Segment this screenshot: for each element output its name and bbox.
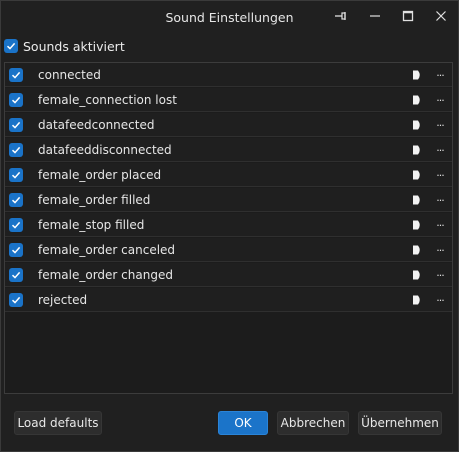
more-options-button[interactable]: ... [433,116,447,132]
maximize-icon[interactable] [395,5,421,27]
sound-row[interactable]: female_order changed... [5,263,452,287]
sound-checkbox[interactable] [9,143,23,157]
pin-icon[interactable] [328,5,354,27]
play-icon[interactable] [411,219,423,231]
sound-row[interactable]: connected... [5,63,452,87]
sound-row[interactable]: female_order filled... [5,188,452,212]
sound-label: datafeedconnected [38,118,155,132]
sound-label: female_order canceled [38,243,176,257]
play-icon[interactable] [411,69,423,81]
more-options-button[interactable]: ... [433,291,447,307]
ok-button[interactable]: OK [218,411,268,435]
sound-checkbox[interactable] [9,68,23,82]
play-icon[interactable] [411,294,423,306]
sound-label: connected [38,68,101,82]
play-icon[interactable] [411,244,423,256]
sound-list[interactable]: connected... female_connection lost... dat… [4,62,453,394]
sound-row[interactable]: female_connection lost... [5,88,452,112]
sound-checkbox[interactable] [9,243,23,257]
sound-checkbox[interactable] [9,168,23,182]
title-bar: Sound Einstellungen [1,1,458,33]
play-icon[interactable] [411,144,423,156]
apply-button[interactable]: Übernehmen [358,411,442,435]
window-title: Sound Einstellungen [165,10,294,25]
more-options-button[interactable]: ... [433,216,447,232]
more-options-button[interactable]: ... [433,166,447,182]
more-options-button[interactable]: ... [433,241,447,257]
more-options-button[interactable]: ... [433,91,447,107]
sound-checkbox[interactable] [9,218,23,232]
play-icon[interactable] [411,119,423,131]
play-icon[interactable] [411,169,423,181]
sound-checkbox[interactable] [9,293,23,307]
sound-row[interactable]: female_order placed... [5,163,452,187]
sound-row[interactable]: rejected... [5,288,452,312]
play-icon[interactable] [411,269,423,281]
sound-row[interactable]: female_order canceled... [5,238,452,262]
more-options-button[interactable]: ... [433,66,447,82]
sound-label: female_order changed [38,268,173,282]
more-options-button[interactable]: ... [433,141,447,157]
sound-label: datafeeddisconnected [38,143,172,157]
sound-label: female_order filled [38,193,151,207]
play-icon[interactable] [411,194,423,206]
sound-label: female_stop filled [38,218,145,232]
sound-row[interactable]: female_stop filled... [5,213,452,237]
sound-label: female_order placed [38,168,162,182]
sounds-enabled-toggle[interactable]: Sounds aktiviert [4,38,125,54]
checkbox-checked-icon[interactable] [4,39,18,53]
sound-checkbox[interactable] [9,268,23,282]
sound-checkbox[interactable] [9,118,23,132]
sound-checkbox[interactable] [9,93,23,107]
cancel-button[interactable]: Abbrechen [277,411,349,435]
sound-row[interactable]: datafeedconnected... [5,113,452,137]
sound-label: female_connection lost [38,93,177,107]
close-icon[interactable] [428,5,454,27]
more-options-button[interactable]: ... [433,266,447,282]
sound-row[interactable]: datafeeddisconnected... [5,138,452,162]
sound-settings-dialog: Sound Einstellungen Sounds aktiviert con… [0,0,459,452]
more-options-button[interactable]: ... [433,191,447,207]
sound-checkbox[interactable] [9,193,23,207]
play-icon[interactable] [411,94,423,106]
sound-label: rejected [38,293,88,307]
load-defaults-button[interactable]: Load defaults [14,411,102,435]
sounds-enabled-label: Sounds aktiviert [23,38,125,54]
minimize-icon[interactable] [362,5,388,27]
